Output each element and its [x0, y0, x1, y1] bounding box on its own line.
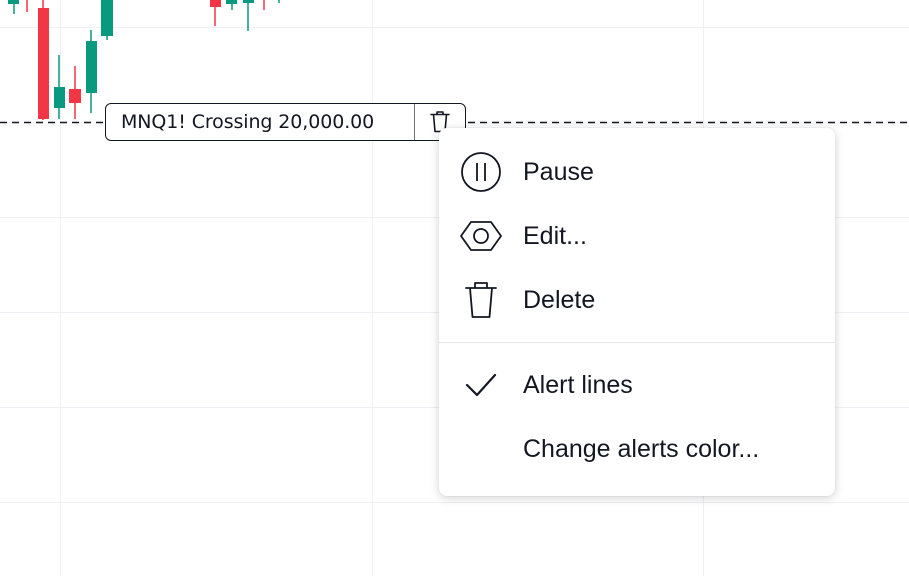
trash-icon [459, 278, 503, 322]
menu-item-label: Edit... [523, 221, 587, 250]
menu-item-alert-lines[interactable]: Alert lines [439, 353, 835, 417]
candle-up [226, 0, 237, 4]
candle-up [101, 0, 113, 36]
menu-item-edit[interactable]: Edit... [439, 204, 835, 268]
candle-up [243, 0, 254, 3]
candle-down [38, 8, 49, 119]
menu-item-label: Change alerts color... [523, 434, 760, 463]
menu-item-label: Delete [523, 285, 596, 314]
menu-item-label: Pause [523, 157, 594, 186]
checkmark-icon [459, 363, 503, 407]
candles [8, 0, 280, 120]
hexagon-edit-icon [459, 214, 503, 258]
candle-up [86, 41, 97, 93]
menu-item-change-alerts-color[interactable]: Change alerts color... [439, 417, 835, 481]
alert-context-menu: Pause Edit... Delete Alert lines Change … [439, 128, 835, 496]
alert-label-divider [414, 104, 415, 140]
menu-item-pause[interactable]: Pause [439, 140, 835, 204]
menu-separator [439, 342, 835, 343]
menu-item-label: Alert lines [523, 370, 633, 399]
menu-item-delete[interactable]: Delete [439, 268, 835, 332]
candle-up [8, 0, 19, 4]
alert-label[interactable]: MNQ1! Crossing 20,000.00 [105, 103, 466, 141]
alert-label-text: MNQ1! Crossing 20,000.00 [121, 111, 375, 133]
candle-down [210, 0, 221, 7]
candle-up [54, 87, 65, 108]
pause-circle-icon [459, 150, 503, 194]
candle-down [69, 89, 81, 103]
